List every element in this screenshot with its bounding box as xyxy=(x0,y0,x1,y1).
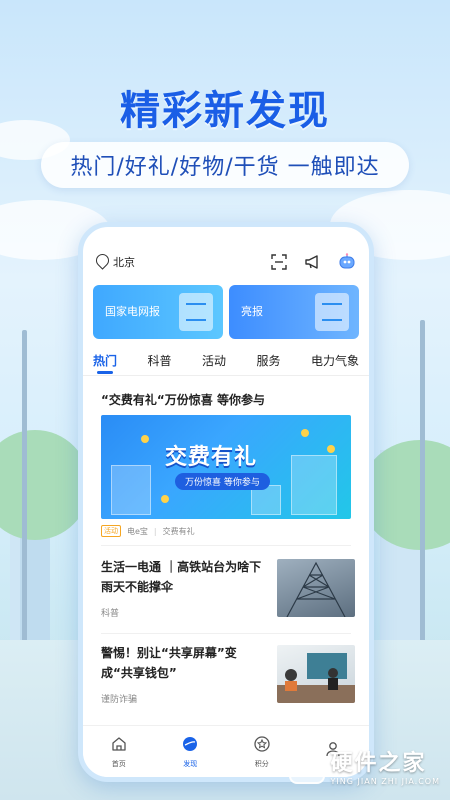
watermark-logo-icon xyxy=(288,747,325,784)
phone-mockup: 北京 国家电网报 亮报 热门 科普 活动 服务 电力气象 “交费有礼“万份惊喜 … xyxy=(78,222,374,782)
card-label: 亮报 xyxy=(241,305,263,318)
tab-science[interactable]: 科普 xyxy=(147,352,171,369)
feed-divider xyxy=(101,545,351,546)
card-liangbao[interactable]: 亮报 xyxy=(229,285,359,339)
nav-home[interactable]: 首页 xyxy=(94,736,144,769)
megaphone-icon[interactable] xyxy=(303,252,323,272)
home-icon xyxy=(111,736,127,756)
nav-points[interactable]: 积分 xyxy=(237,736,287,769)
promo-subline: 热门/好礼/好物/干货 一触即达 xyxy=(41,142,409,188)
nav-label: 积分 xyxy=(254,760,269,768)
nav-label: 发现 xyxy=(183,760,198,768)
list-item[interactable]: 警惕！别让“共享屏幕”变成“共享钱包” 谨防诈骗 xyxy=(101,643,355,705)
tabs-divider xyxy=(83,375,369,376)
banner-subtitle: 万份惊喜 等你参与 xyxy=(175,473,270,490)
scroll-icon xyxy=(315,293,349,331)
source-label: 电e宝 xyxy=(127,526,148,536)
points-icon xyxy=(254,736,270,756)
app-screen: 北京 国家电网报 亮报 热门 科普 活动 服务 电力气象 “交费有礼“万份惊喜 … xyxy=(83,227,369,777)
nav-label: 首页 xyxy=(111,760,126,768)
promo-headline: 精彩新发现 xyxy=(120,88,330,134)
topbar-actions xyxy=(269,252,357,272)
banner-title: 交费有礼 xyxy=(165,445,258,470)
tab-events[interactable]: 活动 xyxy=(202,352,226,369)
featured-banner[interactable]: 交费有礼 万份惊喜 等你参与 xyxy=(101,415,351,519)
card-state-grid-news[interactable]: 国家电网报 xyxy=(93,285,223,339)
item-title: 生活一电通 ｜高铁站台为啥下雨天不能撑伞 xyxy=(101,560,262,594)
featured-article-title[interactable]: “交费有礼“万份惊喜 等你参与 xyxy=(101,391,361,408)
category-tabs: 热门 科普 活动 服务 电力气象 xyxy=(93,347,359,374)
location-label[interactable]: 北京 xyxy=(113,254,135,270)
tab-hot[interactable]: 热门 xyxy=(93,352,117,374)
watermark-en: YING JIAN ZHI JIA.COM xyxy=(330,777,440,786)
watermark-cn: 硬件之家 xyxy=(330,751,427,776)
watermark: 硬件之家 YING JIAN ZHI JIA.COM xyxy=(288,745,440,786)
item-title: 警惕！别让“共享屏幕”变成“共享钱包” xyxy=(101,646,237,680)
item-category: 科普 xyxy=(101,609,120,619)
location-pin-icon[interactable] xyxy=(95,254,109,270)
card-label: 国家电网报 xyxy=(105,305,160,318)
topic-label: 交费有礼 xyxy=(162,526,195,536)
feed-divider xyxy=(101,633,351,634)
discover-icon xyxy=(182,736,198,756)
robot-assistant-icon[interactable] xyxy=(337,252,357,272)
featured-meta: 活动 电e宝 | 交费有礼 xyxy=(101,525,195,537)
power-tower-photo xyxy=(277,559,355,617)
newspaper-icon xyxy=(179,293,213,331)
list-item[interactable]: 生活一电通 ｜高铁站台为啥下雨天不能撑伞 科普 xyxy=(101,557,355,619)
office-meeting-photo xyxy=(277,645,355,703)
tab-power-weather[interactable]: 电力气象 xyxy=(311,352,359,369)
item-category: 谨防诈骗 xyxy=(101,695,138,705)
tab-services[interactable]: 服务 xyxy=(256,352,280,369)
scan-icon[interactable] xyxy=(269,252,289,272)
nav-discover[interactable]: 发现 xyxy=(165,736,215,769)
channel-cards: 国家电网报 亮报 xyxy=(93,285,359,339)
app-topbar: 北京 xyxy=(95,251,357,273)
event-tag: 活动 xyxy=(101,525,121,537)
